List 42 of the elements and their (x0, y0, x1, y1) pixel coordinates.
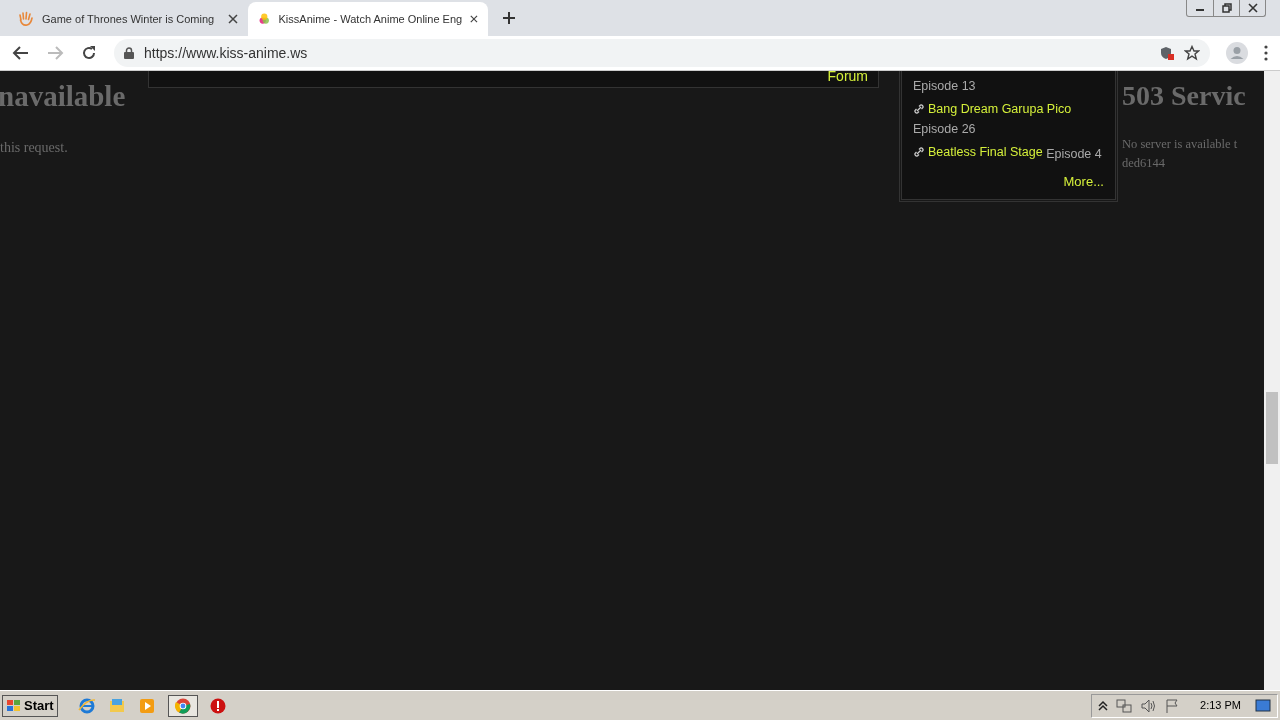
more-link[interactable]: More... (1063, 172, 1104, 192)
page-heading: 503 Servic (1122, 79, 1247, 113)
flag-icon[interactable] (1164, 697, 1181, 714)
error-text: No server is available t (1122, 136, 1239, 153)
close-icon[interactable] (1245, 1, 1260, 15)
profile-avatar-icon[interactable] (1226, 42, 1248, 64)
tab-title: Game of Thrones Winter is Coming (42, 11, 216, 27)
hand-icon (18, 11, 34, 27)
address-bar[interactable]: https://www.kiss-anime.ws (114, 39, 1210, 67)
close-icon[interactable] (470, 14, 478, 24)
forum-link[interactable]: Forum (827, 71, 868, 84)
tab-title: KissAnime - Watch Anime Online Eng (278, 11, 463, 27)
start-button[interactable]: Start (2, 694, 58, 717)
lock-icon (124, 47, 134, 59)
browser-e-icon[interactable] (77, 696, 96, 715)
menu-icon[interactable] (1264, 45, 1268, 61)
back-icon[interactable] (12, 44, 30, 62)
error-text: ded6144 (1122, 155, 1167, 172)
star-icon[interactable] (1184, 45, 1200, 61)
show-desktop-icon[interactable] (1255, 698, 1271, 713)
episode-label: Episode 4 (1046, 147, 1102, 161)
browser-tab[interactable]: KissAnime - Watch Anime Online Eng (248, 2, 488, 36)
scrollbar[interactable] (1264, 71, 1280, 690)
restore-icon[interactable] (1219, 1, 1234, 15)
clock-text: 2:13 PM (1200, 698, 1241, 714)
shield-blocked-icon[interactable] (1160, 46, 1174, 60)
alert-icon[interactable] (209, 697, 226, 714)
network-icon[interactable] (1116, 697, 1133, 714)
error-text: this request. (0, 138, 69, 157)
scrollbar-thumb[interactable] (1266, 392, 1278, 464)
url-text: https://www.kiss-anime.ws (144, 43, 309, 63)
chevron-up-icon[interactable] (1098, 699, 1109, 712)
site-logo-icon (258, 11, 271, 27)
episode-label: Episode 26 (913, 122, 976, 136)
windows-logo-icon (6, 698, 22, 713)
episode-label: Episode 13 (913, 79, 976, 93)
chrome-icon (174, 697, 191, 714)
taskbar-item[interactable] (167, 694, 198, 717)
reload-icon[interactable] (80, 44, 98, 62)
close-icon[interactable] (228, 14, 238, 24)
new-tab-icon[interactable] (502, 11, 516, 25)
speaker-icon[interactable] (1140, 697, 1157, 714)
